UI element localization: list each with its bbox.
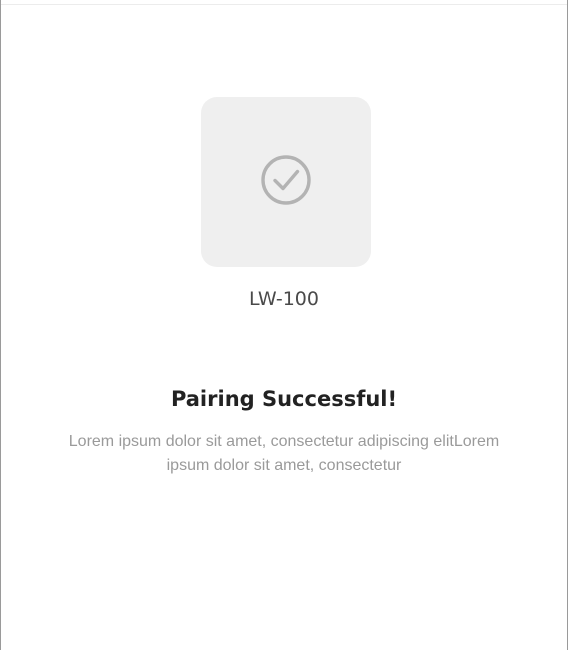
pairing-status-description: Lorem ipsum dolor sit amet, consectetur … — [68, 433, 500, 474]
top-divider — [1, 4, 567, 5]
pairing-screen: LW-100 Pairing Successful! Lorem ipsum d… — [0, 0, 568, 650]
check-circle-icon — [260, 154, 312, 211]
device-image-tile — [201, 97, 371, 267]
pairing-status-title: Pairing Successful! — [170, 387, 398, 411]
device-name: LW-100 — [249, 288, 319, 310]
